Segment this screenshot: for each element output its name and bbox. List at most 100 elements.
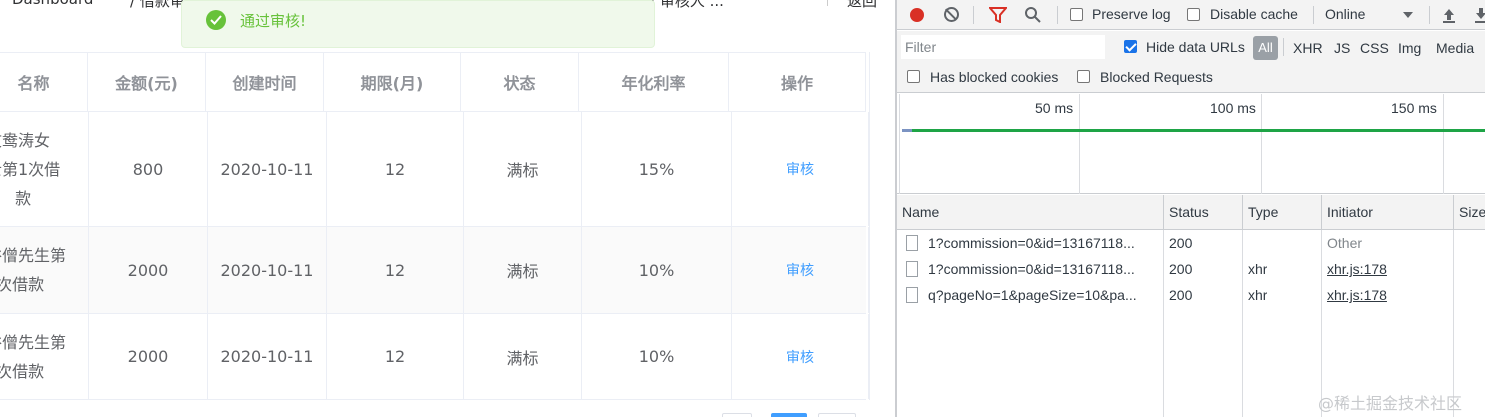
divider (1429, 6, 1430, 24)
hide-data-urls-label: Hide data URLs (1146, 39, 1245, 55)
loan-name-line: 3次借款 (0, 275, 45, 294)
requests-header: Name Status Type Initiator Size (897, 195, 1485, 230)
clear-icon[interactable] (944, 7, 959, 22)
col-header-status[interactable]: Status (1164, 195, 1243, 229)
table-row: 俗僧先生第 5次借款 2000 2020-10-11 12 满标 10% 审核 (0, 314, 869, 400)
table-header: 名称 金额(元) 创建时间 期限(月) 状态 年化利率 操作 (0, 52, 866, 112)
loan-name: 文鸯涛女 士第1次借 款 (0, 112, 89, 226)
request-initiator: Other (1327, 235, 1363, 251)
devtools-network-panel: Preserve log Disable cache Online Hide d… (895, 0, 1485, 417)
request-status: 200 (1169, 261, 1193, 277)
col-header-term[interactable]: 期限(月) (324, 53, 461, 111)
col-header-initiator[interactable]: Initiator (1322, 195, 1454, 229)
throttling-select[interactable]: Online (1325, 6, 1365, 22)
has-blocked-cookies-checkbox[interactable] (907, 70, 920, 83)
pager-next[interactable] (818, 413, 856, 417)
document-icon (906, 287, 918, 303)
loan-amount: 2000 (89, 314, 208, 399)
upload-icon[interactable] (1442, 7, 1456, 26)
audit-link[interactable]: 审核 (732, 227, 869, 313)
breadcrumb-home[interactable]: Dashboard (12, 0, 93, 8)
request-row[interactable]: q?pageNo=1&pageSize=10&pa... 200 xhr xhr… (897, 282, 1485, 308)
disable-cache-checkbox[interactable] (1187, 8, 1200, 21)
request-name: 1?commission=0&id=13167118... (928, 261, 1135, 277)
type-filter-css[interactable]: CSS (1360, 40, 1389, 56)
loan-name-line: 俗僧先生第 (0, 246, 67, 265)
request-status: 200 (1169, 287, 1193, 303)
toast-message: 通过审核! (240, 12, 307, 30)
loan-rate: 15% (582, 112, 732, 226)
col-header-action: 操作 (729, 53, 866, 111)
preserve-log-label: Preserve log (1092, 6, 1171, 22)
success-toast: 通过审核! (181, 0, 655, 48)
pager-prev[interactable] (722, 413, 752, 417)
chevron-down-icon[interactable] (1403, 12, 1413, 18)
filter-icon[interactable] (987, 7, 1009, 26)
divider (1283, 38, 1284, 56)
col-header-amount[interactable]: 金额(元) (88, 53, 206, 111)
request-status: 200 (1169, 235, 1193, 251)
loan-created: 2020-10-11 (208, 314, 327, 399)
loan-table: 名称 金额(元) 创建时间 期限(月) 状态 年化利率 操作 文鸯涛女 士第1次… (0, 52, 870, 400)
col-header-label: Name (902, 204, 940, 220)
loan-term: 12 (327, 314, 464, 399)
check-circle-icon (206, 10, 226, 30)
type-filter-xhr[interactable]: XHR (1293, 40, 1323, 56)
col-header-size[interactable]: Size (1454, 195, 1485, 229)
document-icon (906, 235, 918, 251)
overview-tick-label: 50 ms (1035, 100, 1074, 116)
col-header-label: Size (1459, 204, 1485, 220)
audit-link[interactable]: 审核 (732, 314, 869, 399)
col-header-rate[interactable]: 年化利率 (579, 53, 729, 111)
loan-status: 满标 (464, 112, 582, 226)
type-filter-all[interactable]: All (1253, 36, 1278, 60)
initiator-link[interactable]: xhr.js:178 (1327, 261, 1387, 277)
requests-table: Name Status Type Initiator Size 1?commis… (897, 195, 1485, 417)
waterfall-bar (902, 129, 912, 132)
watermark: @稀土掘金技术社区 (1318, 394, 1463, 413)
loan-amount: 2000 (89, 227, 208, 313)
search-icon[interactable] (1024, 6, 1042, 27)
request-name: 1?commission=0&id=13167118... (928, 235, 1135, 251)
col-header-name[interactable]: 名称 (0, 53, 88, 111)
request-row[interactable]: 1?commission=0&id=13167118... 200 xhr xh… (897, 256, 1485, 282)
grid-line (899, 94, 900, 194)
filter-input[interactable] (901, 35, 1105, 59)
breadcrumb-user: / 审核人 ... (650, 0, 724, 10)
grid-line (1079, 94, 1080, 194)
type-filter-img[interactable]: Img (1398, 40, 1421, 56)
disable-cache-label: Disable cache (1210, 6, 1298, 22)
pager-current[interactable] (771, 413, 807, 417)
col-header-label: Type (1248, 204, 1279, 220)
request-type: xhr (1248, 287, 1268, 303)
request-row[interactable]: 1?commission=0&id=13167118... 200 Other (897, 230, 1485, 256)
grid-line (1443, 94, 1444, 194)
hide-data-urls-checkbox[interactable] (1124, 40, 1137, 53)
type-filter-js[interactable]: JS (1334, 40, 1350, 56)
loan-name-line: 款 (15, 188, 32, 208)
col-header-label: Status (1169, 204, 1209, 220)
col-header-status[interactable]: 状态 (461, 53, 579, 111)
network-overview[interactable]: 50 ms 100 ms 150 ms (897, 94, 1485, 194)
loan-amount: 800 (89, 112, 208, 226)
loan-name: 俗僧先生第 3次借款 (0, 227, 89, 313)
loan-rate: 10% (582, 314, 732, 399)
download-icon[interactable] (1474, 7, 1485, 26)
loan-created: 2020-10-11 (208, 227, 327, 313)
preserve-log-checkbox[interactable] (1070, 8, 1083, 21)
col-header-type[interactable]: Type (1243, 195, 1322, 229)
record-icon[interactable] (910, 8, 924, 22)
loan-status: 满标 (464, 314, 582, 399)
initiator-link[interactable]: xhr.js:178 (1327, 287, 1387, 303)
col-header-created[interactable]: 创建时间 (206, 53, 324, 111)
col-header-name[interactable]: Name (897, 195, 1164, 229)
divider (1313, 6, 1314, 24)
blocked-requests-checkbox[interactable] (1077, 70, 1090, 83)
audit-link[interactable]: 审核 (732, 112, 869, 226)
type-filter-media[interactable]: Media (1436, 40, 1474, 56)
loan-term: 12 (327, 112, 464, 226)
divider (973, 6, 974, 24)
blocked-requests-label: Blocked Requests (1100, 69, 1213, 85)
back-button[interactable]: 返回 (847, 0, 877, 11)
filter-bar: Hide data URLs All XHR JS CSS Img Media … (897, 31, 1485, 93)
